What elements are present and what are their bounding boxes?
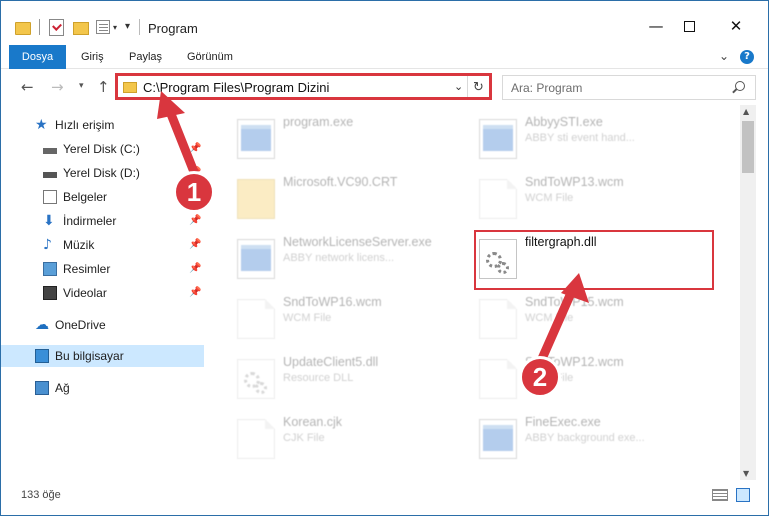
step-1-badge: 1 xyxy=(173,171,215,213)
explorer-window: ▾ ▾ Program — ✕ Dosya Giriş Paylaş Görün… xyxy=(0,0,769,516)
arrow-2-shaft xyxy=(536,288,576,366)
annotation-arrows xyxy=(157,91,589,366)
arrow-1-shaft xyxy=(164,104,201,182)
step-2-badge: 2 xyxy=(519,356,561,398)
arrow-1-head xyxy=(157,91,185,119)
